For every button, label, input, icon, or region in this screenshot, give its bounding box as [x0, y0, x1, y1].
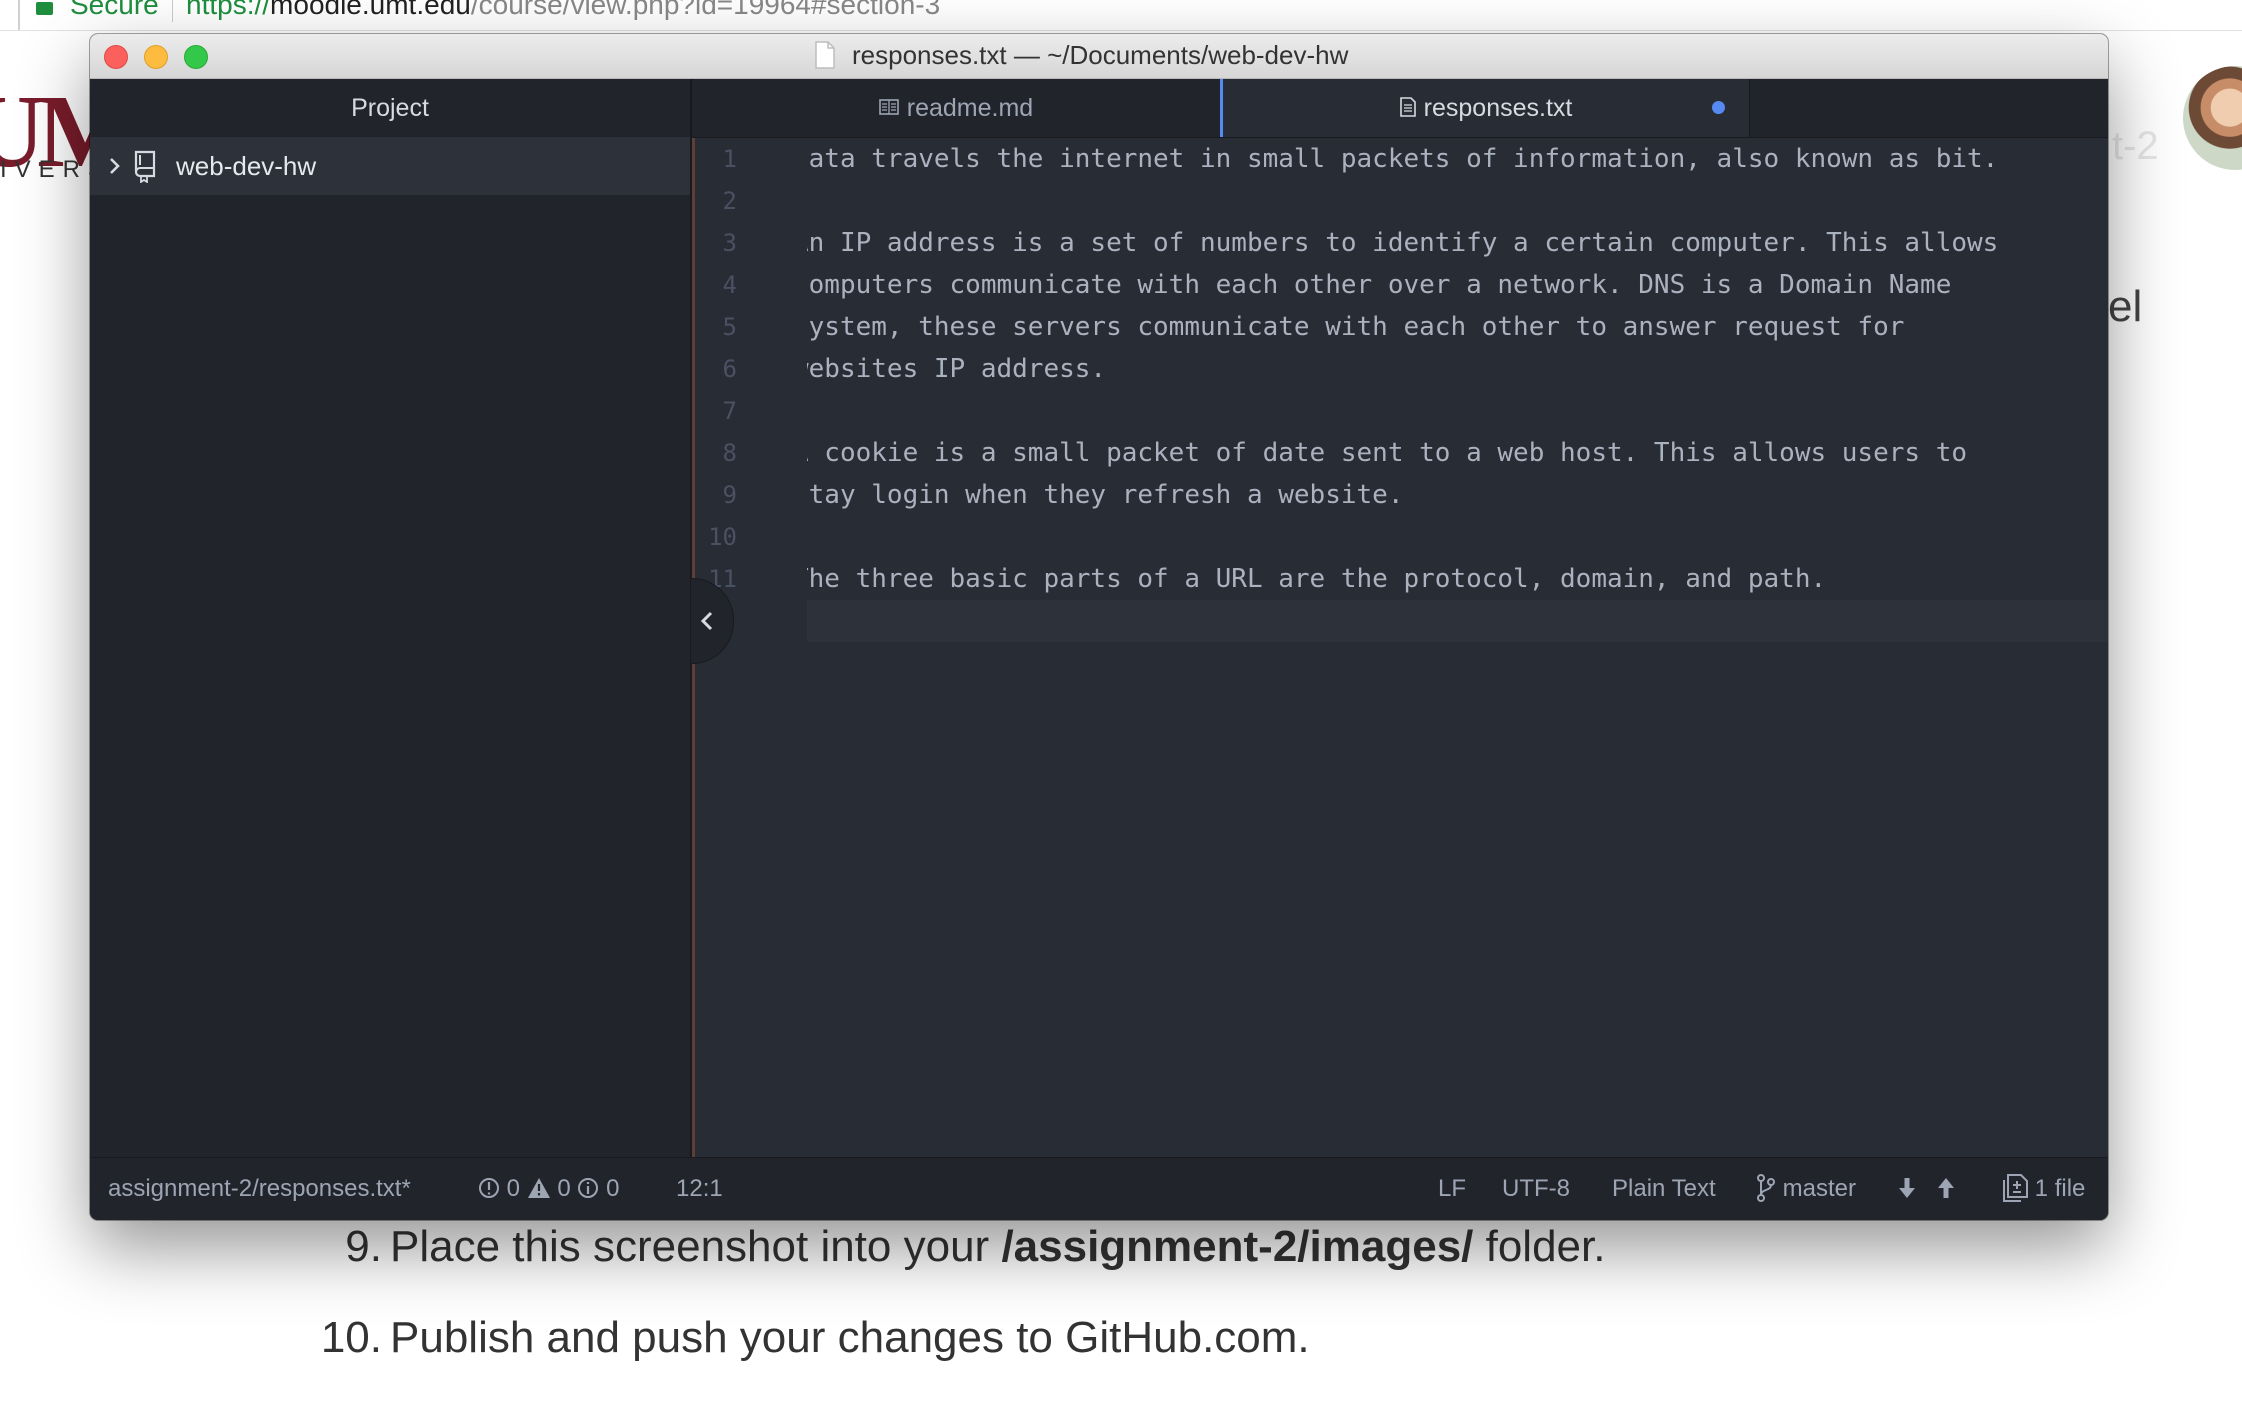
- line-number: 8: [722, 439, 737, 467]
- user-avatar[interactable]: [2183, 66, 2242, 170]
- line-number: 3: [722, 229, 737, 257]
- document-icon: [815, 41, 835, 69]
- tab-bar: readme.md responses.txt: [692, 79, 2108, 138]
- page-side-text: el: [2108, 282, 2143, 331]
- tab-label: responses.txt: [1423, 94, 1573, 122]
- code-line: websites IP address.: [807, 354, 1107, 384]
- arrow-up-icon[interactable]: [1937, 1177, 1955, 1199]
- tree-item-web-dev-hw[interactable]: web-dev-hw: [90, 137, 690, 195]
- minimize-button[interactable]: [144, 45, 168, 69]
- diff-icon: [2003, 1173, 2028, 1202]
- step-text-end: folder.: [1473, 1222, 1606, 1271]
- url-host: moodle.umt.edu: [270, 0, 471, 20]
- code-area[interactable]: Data travels the internet in small packe…: [807, 138, 2108, 1157]
- modified-indicator[interactable]: [1712, 101, 1725, 114]
- lock-icon: [36, 2, 53, 15]
- info-count: 0: [606, 1175, 620, 1202]
- instruction-step: 9. Place this screenshot into your /assi…: [345, 1222, 1606, 1313]
- tab-label: readme.md: [906, 94, 1034, 122]
- file-text-icon: [1399, 97, 1416, 118]
- line-number: 9: [722, 481, 737, 509]
- instruction-list: 9. Place this screenshot into your /assi…: [321, 1222, 1606, 1404]
- code-line: The three basic parts of a URL are the p…: [807, 564, 1827, 594]
- chevron-right-icon[interactable]: [108, 156, 122, 176]
- line-number: 5: [722, 313, 737, 341]
- line-number: 2: [722, 187, 737, 215]
- changed-files-label: 1 file: [2034, 1175, 2086, 1202]
- line-number: 6: [722, 355, 737, 383]
- line-number: 7: [722, 397, 737, 425]
- git-fetch-controls[interactable]: [1898, 1175, 1955, 1203]
- text-editor[interactable]: 1 2 3 4 5 6 7 8 9 10 11 Data travels the…: [691, 138, 2108, 1157]
- secure-label: Secure: [70, 0, 159, 20]
- tab-readme[interactable]: readme.md: [692, 79, 1220, 137]
- code-line: An IP address is a set of numbers to ide…: [807, 228, 1999, 258]
- code-line: stay login when they refresh a website.: [807, 480, 1404, 510]
- cursor-position[interactable]: 12:1: [676, 1175, 723, 1203]
- line-ending-selector[interactable]: LF: [1438, 1175, 1466, 1203]
- encoding-selector[interactable]: UTF-8: [1502, 1175, 1570, 1203]
- atom-window: responses.txt — ~/Documents/web-dev-hw P…: [90, 34, 2108, 1220]
- chevron-left-icon: [700, 611, 713, 631]
- tree-item-label: web-dev-hw: [176, 151, 317, 181]
- url-path: /course/view.php?id=19964#section-3: [470, 0, 941, 20]
- step-path: /assignment-2/images/: [1001, 1222, 1474, 1271]
- book-icon: [878, 99, 899, 116]
- status-file-path[interactable]: assignment-2/responses.txt*: [108, 1175, 411, 1203]
- git-branch[interactable]: master: [1756, 1173, 1857, 1204]
- warning-icon: [527, 1177, 550, 1198]
- url-scheme: https://: [186, 0, 271, 20]
- line-number: 4: [722, 271, 737, 299]
- line-number: 1: [722, 145, 737, 173]
- diagnostics-summary[interactable]: 0 0 0: [478, 1175, 619, 1203]
- cursor-line-highlight: [807, 600, 2108, 642]
- address-separator: [172, 0, 173, 22]
- code-line: Data travels the internet in small packe…: [807, 144, 1999, 174]
- instruction-step: 10. Publish and push your changes to Git…: [321, 1313, 1605, 1404]
- close-button[interactable]: [104, 45, 128, 69]
- step-text: Place this screenshot into your: [390, 1222, 1002, 1271]
- step-text: Publish and push your changes to GitHub.…: [390, 1313, 1310, 1362]
- arrow-down-icon[interactable]: [1898, 1177, 1916, 1199]
- window-title: responses.txt — ~/Documents/web-dev-hw: [852, 40, 1349, 70]
- changed-files[interactable]: 1 file: [2002, 1173, 2086, 1204]
- project-tree-panel[interactable]: Project web-dev-hw: [90, 79, 692, 1157]
- zoom-button[interactable]: [184, 45, 208, 69]
- step-number: 9.: [345, 1222, 382, 1271]
- window-titlebar[interactable]: responses.txt — ~/Documents/web-dev-hw: [90, 34, 2108, 79]
- error-count: 0: [506, 1175, 521, 1202]
- git-branch-label: master: [1782, 1175, 1857, 1202]
- address-bar-edge: [18, 0, 20, 30]
- code-line: A cookie is a small packet of date sent …: [807, 438, 1967, 468]
- tab-responses[interactable]: responses.txt: [1220, 79, 1750, 137]
- browser-address-bar[interactable]: Secure https://moodle.umt.edu/course/vie…: [0, 0, 2242, 31]
- warning-count: 0: [557, 1175, 571, 1202]
- faded-heading-tail: t-2: [2112, 124, 2159, 168]
- status-bar: assignment-2/responses.txt* 0 0 0 12:1 L…: [90, 1157, 2108, 1220]
- url-text[interactable]: https://moodle.umt.edu/course/view.php?i…: [186, 0, 940, 21]
- grammar-selector[interactable]: Plain Text: [1612, 1175, 1716, 1203]
- project-tree-header: Project: [90, 79, 690, 138]
- repo-icon: [134, 150, 156, 183]
- code-line: computers communicate with each other ov…: [807, 270, 1952, 300]
- git-branch-icon: [1757, 1173, 1775, 1202]
- code-line: System, these servers communicate with e…: [807, 312, 1905, 342]
- error-circle-icon: [479, 1177, 499, 1198]
- line-number: 10: [708, 523, 737, 551]
- info-circle-icon: [578, 1177, 599, 1198]
- step-number: 10.: [320, 1313, 382, 1362]
